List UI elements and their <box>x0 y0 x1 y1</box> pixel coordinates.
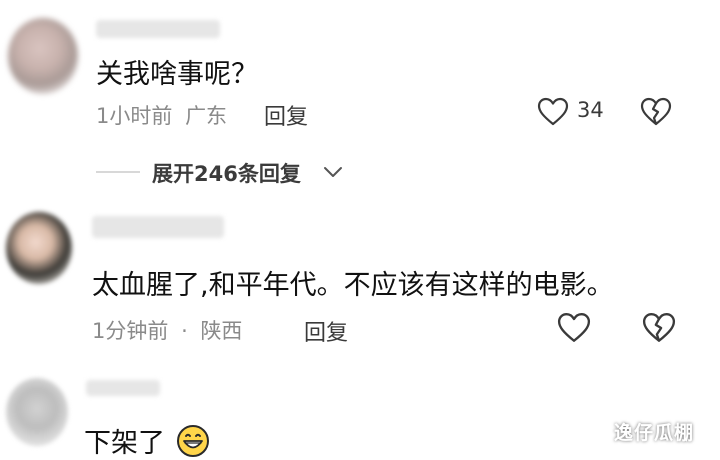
comment-text: 太血腥了,和平年代。不应该有这样的电影。 <box>92 270 614 301</box>
broken-heart-icon <box>640 97 672 126</box>
broken-heart-icon <box>642 313 676 342</box>
comment-meta: 1分钟前 · 陕西 <box>92 315 242 345</box>
dislike-button[interactable] <box>640 97 672 127</box>
comment-time: 1小时前 <box>96 104 173 128</box>
like-count: 34 <box>577 98 604 122</box>
expand-replies-button[interactable]: 展开246条回复 <box>152 158 342 186</box>
chevron-down-icon <box>324 167 342 177</box>
username[interactable] <box>96 20 220 38</box>
grinning-face-icon <box>176 425 209 457</box>
comment-region: 陕西 <box>200 319 243 343</box>
dislike-button[interactable] <box>642 312 676 344</box>
comment-text-content: 下架了 <box>84 428 165 459</box>
avatar[interactable] <box>6 378 68 446</box>
heart-outline-icon <box>557 313 591 342</box>
comment-text: 关我啥事呢？ <box>96 59 258 90</box>
avatar[interactable] <box>8 18 78 94</box>
heart-outline-icon <box>537 97 569 126</box>
expand-divider <box>96 171 140 173</box>
reply-button[interactable]: 回复 <box>264 99 308 131</box>
comment-time: 1分钟前 <box>92 319 169 343</box>
avatar[interactable] <box>6 212 72 284</box>
comment-text: 下架了 <box>84 421 210 460</box>
like-button[interactable] <box>557 312 591 344</box>
watermark: 逸仔瓜棚 <box>614 422 695 444</box>
meta-separator: · <box>181 319 188 343</box>
like-button[interactable]: 34 <box>537 96 617 128</box>
username[interactable] <box>92 216 224 238</box>
comment-meta: 1小时前 广东 <box>96 100 227 130</box>
username[interactable] <box>86 380 160 396</box>
comment-region: 广东 <box>185 104 228 128</box>
reply-button[interactable]: 回复 <box>304 315 348 347</box>
expand-replies-label: 展开246条回复 <box>152 162 301 186</box>
